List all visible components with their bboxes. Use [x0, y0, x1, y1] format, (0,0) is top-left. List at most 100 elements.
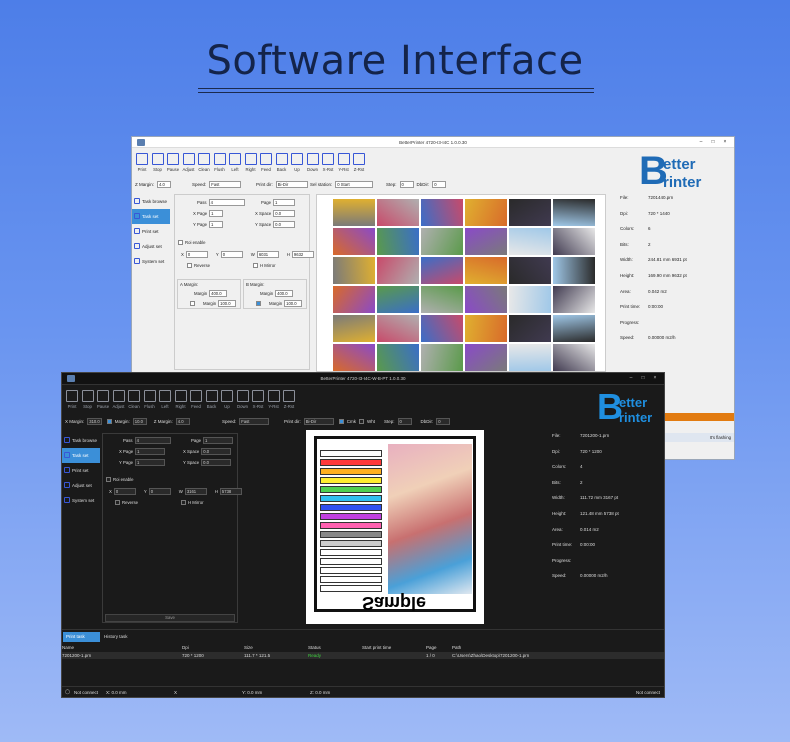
close-icon[interactable]: × — [650, 375, 660, 382]
pass-select[interactable]: 4 — [208, 199, 245, 206]
tool-y-rst-button[interactable]: Y-Rst — [336, 153, 352, 172]
tool-x-rst-button[interactable]: X-Rst — [320, 153, 336, 172]
yspace-input[interactable]: 0.0 — [273, 221, 296, 228]
roi-h-input[interactable]: 9632 — [291, 251, 314, 258]
hmirror-checkbox[interactable] — [181, 500, 186, 505]
b-margin1-input[interactable]: 400.0 — [275, 290, 294, 297]
tool-pause-button[interactable]: Pause — [165, 153, 181, 172]
tool-clean-button[interactable]: Clean — [196, 153, 212, 172]
roi-x-input[interactable]: 0 — [113, 488, 136, 495]
tool-back-button[interactable]: Back — [204, 390, 220, 409]
roi-x-input[interactable]: 0 — [185, 251, 208, 258]
zmargin-input[interactable]: 4.0 — [157, 181, 172, 188]
reverse-checkbox[interactable] — [115, 500, 120, 505]
dbdir-input[interactable]: 0 — [436, 418, 451, 425]
ypage-input[interactable]: 1 — [209, 221, 224, 228]
ypage-input[interactable]: 1 — [135, 459, 166, 466]
preview-thumbnail — [421, 199, 463, 226]
step-input[interactable]: 0 — [399, 181, 414, 188]
xspace-input[interactable]: 0.0 — [273, 210, 296, 217]
tool-z-rst-button[interactable]: Z-Rst — [281, 390, 297, 409]
hmirror-checkbox[interactable] — [253, 263, 258, 268]
tool-adjust-button[interactable]: Adjust — [111, 390, 127, 409]
yspace-input[interactable]: 0.0 — [201, 459, 232, 466]
pass-select[interactable]: 4 — [134, 437, 171, 444]
a-margin2-input[interactable]: 100.0 — [218, 300, 237, 307]
tool-flush-button[interactable]: Flush — [142, 390, 158, 409]
sidebar-item-print-set[interactable]: Print set — [132, 224, 170, 239]
tool-adjust-button[interactable]: Adjust — [181, 153, 197, 172]
tool-up-button[interactable]: Up — [289, 153, 305, 172]
tool-x-rst-button[interactable]: X-Rst — [250, 390, 266, 409]
tool-right-button[interactable]: Right — [243, 153, 259, 172]
xpage-input[interactable]: 1 — [135, 448, 166, 455]
minimize-icon[interactable]: – — [626, 375, 636, 382]
sidebar-item-task-browse[interactable]: Task browse — [62, 433, 100, 448]
zmargin-input[interactable]: 4.0 — [175, 418, 190, 425]
sidebar-item-task-set[interactable]: Task set — [132, 209, 170, 224]
tool-left-button[interactable]: Left — [157, 390, 173, 409]
color-bar — [320, 504, 382, 511]
sidebar-item-task-browse[interactable]: Task browse — [132, 194, 170, 209]
cmk-checkbox[interactable] — [338, 419, 344, 424]
sidebar-item-adjust-set[interactable]: Adjust set — [132, 239, 170, 254]
tool-down-button[interactable]: Down — [305, 153, 321, 172]
printdir-select[interactable]: Bi-Dir — [303, 418, 334, 425]
close-icon[interactable]: × — [720, 139, 730, 146]
roi-checkbox[interactable] — [178, 240, 183, 245]
printdir-select[interactable]: Bi-Dir — [275, 181, 308, 188]
tool-back-button[interactable]: Back — [274, 153, 290, 172]
roi-y-input[interactable]: 0 — [220, 251, 243, 258]
reverse-checkbox[interactable] — [187, 263, 192, 268]
roi-checkbox[interactable] — [106, 477, 111, 482]
selstation-select[interactable]: 0 Start — [335, 181, 374, 188]
speed-select[interactable]: Fast — [239, 418, 270, 425]
tool-stop-button[interactable]: Stop — [150, 153, 166, 172]
sidebar-item-system-set[interactable]: System set — [132, 254, 170, 269]
tool-feed-button[interactable]: Feed — [188, 390, 204, 409]
sidebar-item-adjust-set[interactable]: Adjust set — [62, 478, 100, 493]
xpage-input[interactable]: 1 — [209, 210, 224, 217]
b-margin2-input[interactable]: 100.0 — [284, 300, 303, 307]
maximize-icon[interactable]: □ — [708, 139, 718, 146]
wht-checkbox[interactable] — [359, 419, 365, 424]
minimize-icon[interactable]: – — [696, 139, 706, 146]
tool-flush-button[interactable]: Flush — [212, 153, 228, 172]
tool-print-button[interactable]: Print — [64, 390, 80, 409]
b-margin2-checkbox[interactable] — [256, 301, 261, 306]
dbdir-input[interactable]: 0 — [432, 181, 447, 188]
tool-down-button[interactable]: Down — [235, 390, 251, 409]
ymargin-input[interactable]: 10.0 — [132, 418, 147, 425]
tool-y-rst-button[interactable]: Y-Rst — [266, 390, 282, 409]
sidebar-item-system-set[interactable]: System set — [62, 493, 100, 508]
ymargin-checkbox[interactable] — [106, 419, 112, 424]
table-row[interactable] — [62, 652, 664, 659]
speed-select[interactable]: Fast — [209, 181, 242, 188]
tool-stop-button[interactable]: Stop — [80, 390, 96, 409]
xmargin-input[interactable]: 310.0 — [87, 418, 102, 425]
tool-feed-button[interactable]: Feed — [258, 153, 274, 172]
sidebar-item-print-set[interactable]: Print set — [62, 463, 100, 478]
tool-up-button[interactable]: Up — [219, 390, 235, 409]
tool-print-button[interactable]: Print — [134, 153, 150, 172]
sidebar-item-task-set[interactable]: Task set — [62, 448, 100, 463]
a-margin2-checkbox[interactable] — [190, 301, 195, 306]
tool-clean-button[interactable]: Clean — [126, 390, 142, 409]
tool-left-button[interactable]: Left — [227, 153, 243, 172]
roi-h-input[interactable]: 5738 — [219, 488, 242, 495]
tool-z-rst-button[interactable]: Z-Rst — [351, 153, 367, 172]
page-input[interactable]: 1 — [203, 437, 234, 444]
tab-history-task[interactable]: History task — [104, 632, 128, 642]
step-input[interactable]: 0 — [397, 418, 412, 425]
roi-w-input[interactable]: 3161 — [184, 488, 207, 495]
tab-print-task[interactable]: Print task — [63, 632, 100, 642]
tool-pause-button[interactable]: Pause — [95, 390, 111, 409]
xspace-input[interactable]: 0.0 — [201, 448, 232, 455]
roi-w-input[interactable]: 6031 — [256, 251, 279, 258]
maximize-icon[interactable]: □ — [638, 375, 648, 382]
a-margin1-input[interactable]: 400.0 — [209, 290, 228, 297]
roi-y-input[interactable]: 0 — [148, 488, 171, 495]
page-input[interactable]: 1 — [273, 199, 296, 206]
save-button[interactable]: Save — [105, 614, 235, 622]
tool-right-button[interactable]: Right — [173, 390, 189, 409]
